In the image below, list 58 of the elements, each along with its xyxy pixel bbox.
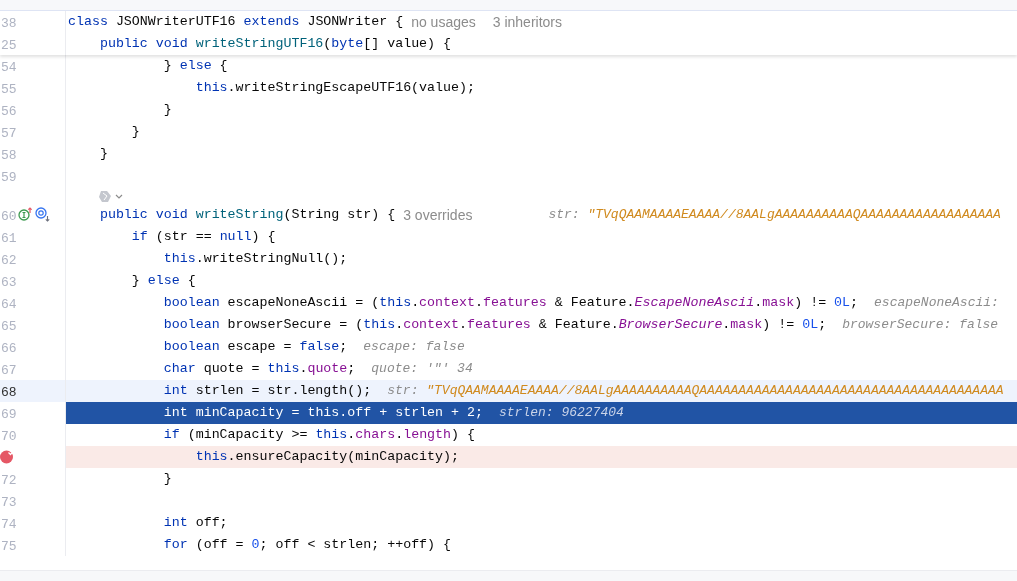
line-number: 56 <box>1 103 17 121</box>
code-line: boolean escapeNoneAscii = (this.context.features & Feature.EscapeNoneAscii.mask) != 0L; <box>162 294 859 313</box>
inline-value-hint: escapeNoneAscii: <box>874 294 999 313</box>
line-number: 68 <box>1 384 17 402</box>
line-number: 62 <box>1 252 17 270</box>
code-line: public void writeString(String str) { <box>98 206 396 225</box>
usage-link[interactable]: 3 inheritors <box>492 11 563 33</box>
inline-value-hint: escape: false <box>363 338 465 357</box>
line-number: 67 <box>1 362 17 380</box>
line-number: 25 <box>1 37 17 55</box>
code-line: } else { <box>162 57 228 76</box>
code-line: public void writeStringUTF16(byte[] value) { <box>98 35 452 54</box>
usage-link[interactable]: no usages <box>411 11 476 33</box>
code-line: } else { <box>130 272 196 291</box>
line-number: 57 <box>1 125 17 143</box>
code-line: this.writeStringNull(); <box>162 250 348 269</box>
line-number: 61 <box>1 230 17 248</box>
line-number: 38 <box>1 15 17 33</box>
inline-value-hint: strlen: 96227404 <box>499 404 624 423</box>
line-number: 58 <box>1 147 17 165</box>
inline-value-hint: quote: '"' 34 <box>371 360 473 379</box>
code-line: this.ensureCapacity(minCapacity); <box>194 448 459 467</box>
code-line: boolean browserSecure = (this.context.features & Feature.BrowserSecure.mask) != 0L; <box>162 316 827 335</box>
line-number: 65 <box>1 318 17 336</box>
usage-link[interactable]: 3 overrides <box>403 204 473 226</box>
code-line: if (str == null) { <box>130 228 276 247</box>
code-line: } <box>98 145 108 164</box>
line-number: 60 <box>1 208 17 226</box>
code-line: if (minCapacity >= this.chars.length) { <box>162 426 475 445</box>
code-line: } <box>162 470 172 489</box>
inline-value-hint: browserSecure: false <box>842 316 999 335</box>
code-line: this.writeStringEscapeUTF16(value); <box>194 79 475 98</box>
code-line: class JSONWriterUTF16 extends JSONWriter { <box>68 13 404 32</box>
line-number: 69 <box>1 406 17 424</box>
line-number: 64 <box>1 296 17 314</box>
line-number: 72 <box>1 472 17 490</box>
inline-value-hint: str: "TVqQAAMAAAAEAAAA//8AALgAAAAAAAAAAQAAAAAAAAAAAAAAAAAA <box>548 206 1001 225</box>
line-number: 70 <box>1 428 17 446</box>
line-number: 73 <box>1 494 17 512</box>
code-line: for (off = 0; off < strlen; ++off) { <box>162 536 452 555</box>
code-line: } <box>130 123 140 142</box>
line-number: 75 <box>1 538 17 556</box>
overridden-method-icon[interactable] <box>35 207 50 222</box>
code-line: int off; <box>162 514 228 533</box>
line-number: 55 <box>1 81 17 99</box>
breakpoint-icon[interactable] <box>0 449 15 464</box>
code-line: int minCapacity = this.off + strlen + 2; <box>162 404 483 423</box>
code-line: boolean escape = false; <box>162 338 348 357</box>
code-line: } <box>162 101 172 120</box>
line-number: 59 <box>1 169 17 187</box>
inline-value-hint: str: "TVqQAAMAAAAEAAAA//8AALgAAAAAAAAAAQAAAAAAAAAAAAAAAAAAAAAAAAAAAAAAAAAAAAAAA <box>387 382 1004 401</box>
implemented-method-icon[interactable] <box>18 207 32 221</box>
line-number: 66 <box>1 340 17 358</box>
code-line: int strlen = str.length(); <box>162 382 372 401</box>
line-number: 63 <box>1 274 17 292</box>
line-number: 74 <box>1 516 17 534</box>
line-number: 54 <box>1 59 17 77</box>
code-line: char quote = this.quote; <box>162 360 356 379</box>
